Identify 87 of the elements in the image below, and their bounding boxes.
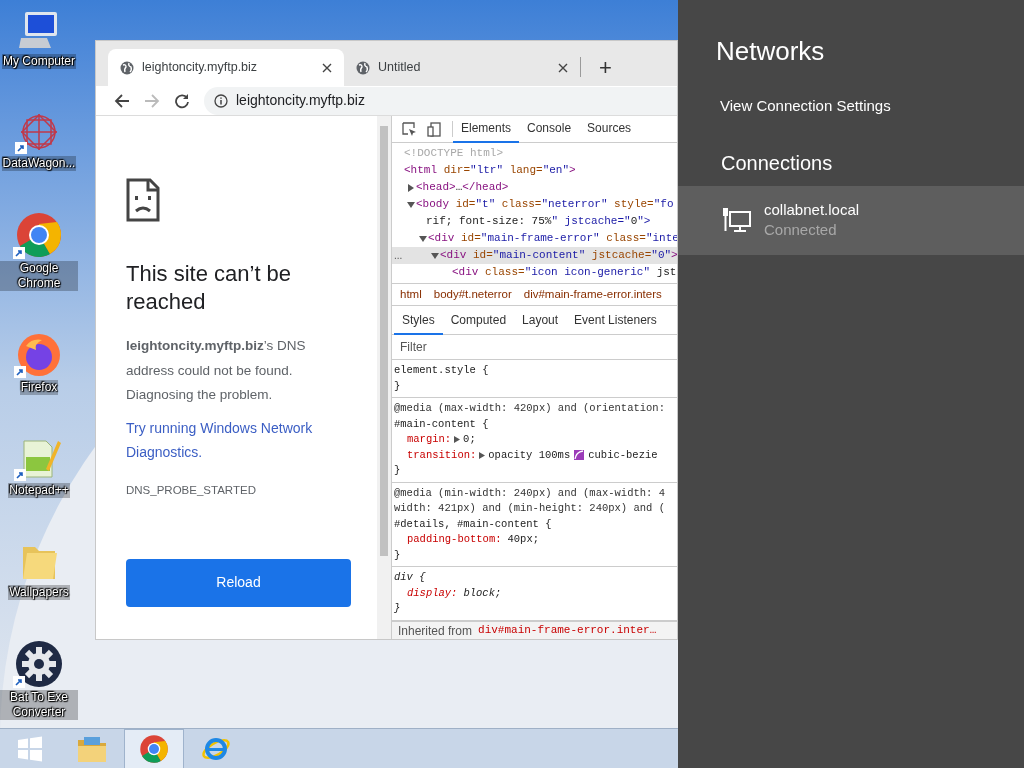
browser-tab[interactable]: Untitled (344, 49, 580, 86)
styles-pane-tab[interactable]: Event Listeners (566, 307, 665, 335)
back-arrow-icon[interactable] (114, 92, 130, 109)
chrome-logo-icon (139, 733, 169, 764)
windows-logo-icon (17, 735, 43, 762)
connection-item[interactable]: collabnet.local Connected (678, 185, 1024, 255)
breadcrumb[interactable]: html (400, 285, 422, 304)
diagnostics-link[interactable]: Try running Windows Network Diagnostics. (126, 415, 357, 465)
breadcrumb[interactable]: body#t.neterror (433, 285, 512, 304)
css-property: padding-bottom: (407, 532, 502, 547)
dom-line: <div id="main-content" jstcache="0"> (440, 248, 677, 264)
css-value: opacity 100ms (488, 447, 571, 463)
new-tab-button[interactable]: + (599, 57, 612, 79)
styles-pane-tab[interactable]: Layout (514, 307, 567, 335)
close-icon[interactable] (558, 62, 568, 73)
row-menu-dots[interactable]: ... (394, 248, 403, 263)
selected-dom-row[interactable]: ... <div id="main-content" jstcache="0"> (392, 247, 677, 264)
close-icon[interactable] (322, 62, 332, 73)
globe-icon (120, 60, 134, 75)
css-value: cubic-bezie (588, 447, 658, 463)
easing-curve-icon[interactable] (574, 450, 585, 461)
expand-triangle-icon[interactable] (479, 451, 486, 459)
css-value: 40px; (507, 532, 540, 547)
styles-pane-tab[interactable]: Styles (394, 307, 443, 335)
gear-icon (15, 640, 63, 688)
dom-line: <div class="icon icon-generic" jst (452, 265, 677, 281)
address-text: leightoncity.myftp.biz (236, 91, 365, 110)
styles-pane-tab[interactable]: Computed (442, 307, 515, 335)
error-message: leightoncity.myftp.biz’s DNS address could not be found. Diagnosing the problem. (126, 337, 307, 404)
error-heading: This site can’t be reached (126, 260, 293, 316)
tab-title: Untitled (378, 59, 422, 77)
media-query: width: 421px) and (min-height: 240px) and ( (394, 501, 666, 516)
media-query: @media (max-width: 420px) and (orientation: (394, 401, 666, 416)
wired-network-icon (722, 207, 752, 233)
inherited-label: Inherited from (398, 622, 473, 639)
taskbar-button[interactable] (124, 728, 184, 768)
globe-icon (356, 60, 370, 75)
inspect-element-icon[interactable] (402, 121, 417, 137)
expanded-triangle-icon[interactable] (431, 251, 439, 260)
dom-line: <!DOCTYPE html> (404, 146, 504, 162)
dom-line: <html dir="ltr" lang="en"> (404, 163, 576, 179)
css-value: block; (463, 585, 502, 601)
dom-line: <body id="t" class="neterror" style="fo (416, 197, 674, 213)
desktop-icon-label[interactable]: DataWagon... (1, 155, 77, 171)
collapsed-triangle-icon[interactable] (407, 183, 415, 192)
dom-line: rif; font-size: 75%" jstcache="0"> (426, 214, 651, 230)
devtools-tab[interactable]: Sources (579, 115, 640, 143)
rule-selector: #details, #main-content { (394, 516, 553, 532)
reload-icon[interactable] (174, 92, 190, 109)
address-bar[interactable]: leightoncity.myftp.biz (204, 86, 677, 115)
browser-tab[interactable]: leightoncity.myftp.biz (108, 49, 344, 86)
closing-brace: } (394, 378, 402, 394)
rule-selector: #main-content { (394, 416, 490, 432)
css-property: transition: (407, 447, 477, 463)
expand-triangle-icon[interactable] (454, 436, 461, 444)
rule-selector: element.style { (394, 363, 490, 378)
section-heading: Connections (721, 150, 834, 176)
expanded-triangle-icon[interactable] (407, 200, 415, 209)
error-code: DNS_PROBE_STARTED (126, 482, 257, 498)
filter-field[interactable]: Filter (392, 335, 677, 360)
connection-name: collabnet.local (764, 200, 860, 220)
scrollbar[interactable] (377, 116, 391, 639)
closing-brace: } (394, 547, 402, 563)
connection-status: Connected (764, 220, 838, 240)
firefox-logo-icon (16, 331, 62, 378)
desktop-icon-label[interactable]: My Computer (2, 54, 76, 69)
reload-button[interactable]: Reload (126, 558, 351, 607)
tab-title: leightoncity.myftp.biz (142, 59, 259, 77)
css-property: margin: (407, 432, 452, 447)
closing-brace: } (394, 463, 402, 478)
closing-brace: } (394, 601, 402, 616)
panel-title: Networks (716, 35, 826, 68)
info-icon[interactable] (214, 93, 228, 108)
breadcrumb[interactable]: div#main-frame-error.inters (523, 285, 662, 304)
sad-page-icon (126, 178, 160, 222)
devtools-tab[interactable]: Console (519, 115, 580, 143)
device-toggle-icon[interactable] (427, 121, 442, 137)
connection-settings-link[interactable]: View Connection Settings (720, 95, 1024, 118)
css-value: 0; (463, 432, 476, 447)
chrome-logo-icon (15, 211, 63, 259)
devtools-tab[interactable]: Elements (453, 115, 520, 143)
inherited-selector[interactable]: div#main-frame-error.inter… (478, 622, 657, 639)
css-property: display: (407, 585, 458, 601)
rule-selector: div { (394, 570, 427, 585)
media-query: @media (min-width: 240px) and (max-width: 4 (394, 485, 666, 501)
dom-line: <head>…</head> (416, 180, 509, 196)
expanded-triangle-icon[interactable] (419, 234, 427, 243)
